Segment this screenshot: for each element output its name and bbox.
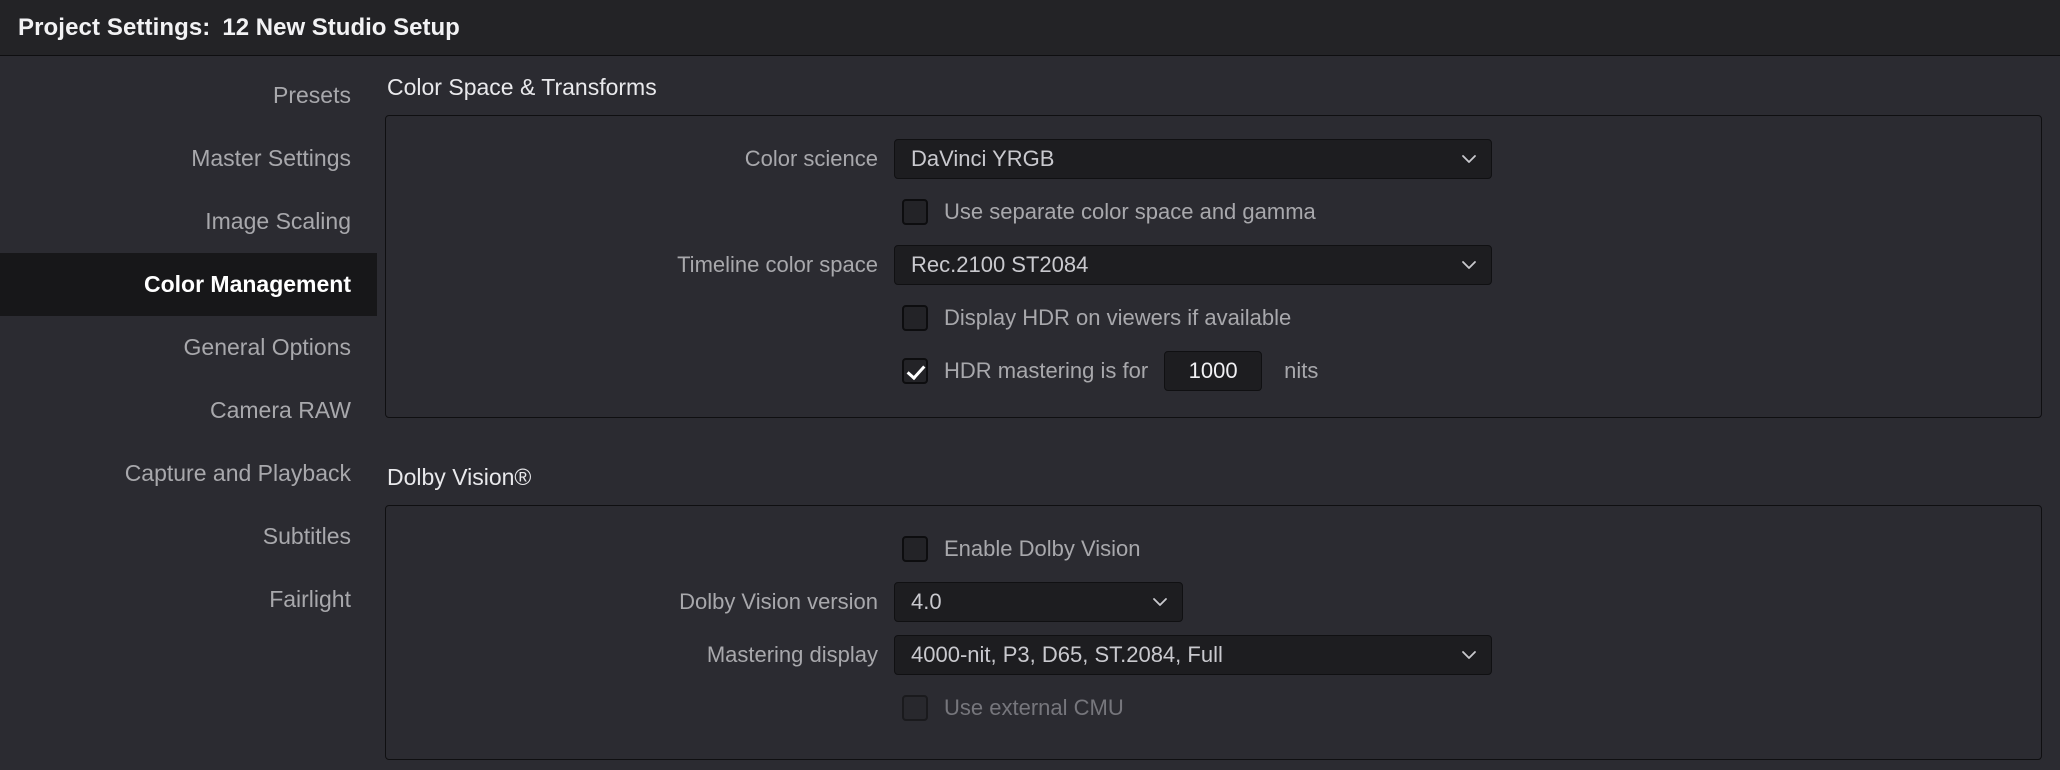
- enable-dolby-vision-checkbox-wrap: [894, 535, 938, 562]
- sidebar-item-general-options[interactable]: General Options: [0, 316, 377, 379]
- timeline-color-space-label: Timeline color space: [677, 251, 878, 277]
- row-dolby-vision-version: Dolby Vision version 4.0: [386, 575, 2041, 628]
- hdr-mastering-nits-input[interactable]: 1000: [1164, 350, 1263, 391]
- section-title-color-space-transforms: Color Space & Transforms: [387, 74, 657, 100]
- mastering-display-dropdown[interactable]: 4000-nit, P3, D65, ST.2084, Full: [894, 634, 1492, 675]
- hdr-mastering-checkbox-wrap: [894, 357, 938, 384]
- use-separate-color-space-checkbox[interactable]: [902, 198, 928, 225]
- project-settings-window: Project Settings: 12 New Studio Setup Pr…: [0, 0, 2060, 770]
- window-titlebar: Project Settings: 12 New Studio Setup: [0, 0, 2060, 56]
- row-display-hdr-on-viewers: Display HDR on viewers if available: [386, 291, 2041, 344]
- enable-dolby-vision-checkbox[interactable]: [902, 535, 928, 562]
- sidebar-item-label: Fairlight: [269, 586, 351, 612]
- sidebar-item-subtitles[interactable]: Subtitles: [0, 505, 377, 568]
- hdr-mastering-nits-unit: nits: [1284, 357, 1319, 383]
- row-enable-dolby-vision: Enable Dolby Vision: [386, 522, 2041, 575]
- row-timeline-color-space: Timeline color space Rec.2100 ST2084: [386, 238, 2041, 291]
- sidebar-item-fairlight[interactable]: Fairlight: [0, 568, 377, 631]
- row-use-separate-color-space: Use separate color space and gamma: [386, 185, 2041, 238]
- use-external-cmu-checkbox: [902, 694, 928, 721]
- sidebar-item-label: Presets: [273, 82, 351, 108]
- settings-content: Color Space & Transforms Color science D…: [377, 56, 2060, 770]
- mastering-display-value: 4000-nit, P3, D65, ST.2084, Full: [911, 641, 1223, 667]
- dolby-vision-version-label: Dolby Vision version: [679, 588, 878, 614]
- section-title-dolby-vision: Dolby Vision®: [387, 464, 532, 490]
- display-hdr-label[interactable]: Display HDR on viewers if available: [944, 305, 1291, 331]
- color-science-value: DaVinci YRGB: [911, 145, 1055, 171]
- timeline-color-space-value: Rec.2100 ST2084: [911, 251, 1089, 277]
- settings-sidebar: Presets Master Settings Image Scaling Co…: [0, 56, 377, 770]
- sidebar-item-label: Master Settings: [191, 145, 351, 171]
- sidebar-item-master-settings[interactable]: Master Settings: [0, 127, 377, 190]
- use-external-cmu-label: Use external CMU: [944, 694, 1124, 720]
- use-external-cmu-checkbox-wrap: [894, 694, 938, 721]
- display-hdr-checkbox[interactable]: [902, 304, 928, 331]
- hdr-mastering-checkbox[interactable]: [902, 357, 928, 384]
- sidebar-item-label: Capture and Playback: [124, 460, 351, 486]
- window-body: Presets Master Settings Image Scaling Co…: [0, 56, 2060, 770]
- sidebar-item-camera-raw[interactable]: Camera RAW: [0, 379, 377, 442]
- project-name: 12 New Studio Setup: [222, 13, 460, 41]
- window-title-prefix: Project Settings:: [18, 13, 211, 41]
- sidebar-item-capture-and-playback[interactable]: Capture and Playback: [0, 442, 377, 505]
- panel-dolby-vision: Enable Dolby Vision Dolby Vision version…: [385, 505, 2042, 760]
- dolby-vision-version-value: 4.0: [911, 588, 942, 614]
- sidebar-item-image-scaling[interactable]: Image Scaling: [0, 190, 377, 253]
- dolby-vision-version-dropdown[interactable]: 4.0: [894, 581, 1183, 622]
- hdr-mastering-label[interactable]: HDR mastering is for: [944, 358, 1148, 384]
- sidebar-item-label: General Options: [183, 334, 351, 360]
- panel-color-space-transforms: Color science DaVinci YRGB Use separate …: [385, 115, 2042, 418]
- display-hdr-checkbox-wrap: [894, 304, 938, 331]
- sidebar-item-color-management[interactable]: Color Management: [0, 253, 377, 316]
- row-use-external-cmu: Use external CMU: [386, 681, 2041, 734]
- use-separate-color-space-checkbox-wrap: [894, 198, 938, 225]
- sidebar-item-label: Subtitles: [262, 523, 351, 549]
- row-mastering-display: Mastering display 4000-nit, P3, D65, ST.…: [386, 628, 2041, 681]
- mastering-display-label: Mastering display: [706, 641, 878, 667]
- sidebar-item-label: Color Management: [143, 271, 351, 297]
- sidebar-item-presets[interactable]: Presets: [0, 64, 377, 127]
- sidebar-item-label: Camera RAW: [210, 397, 351, 423]
- color-science-label: Color science: [744, 145, 878, 171]
- chevron-down-icon: [1459, 255, 1479, 275]
- timeline-color-space-dropdown[interactable]: Rec.2100 ST2084: [894, 244, 1492, 285]
- chevron-down-icon: [1459, 149, 1479, 169]
- row-color-science: Color science DaVinci YRGB: [386, 132, 2041, 185]
- row-hdr-mastering: HDR mastering is for 1000 nits: [386, 344, 2041, 397]
- chevron-down-icon: [1150, 592, 1170, 612]
- enable-dolby-vision-label[interactable]: Enable Dolby Vision: [944, 536, 1141, 562]
- chevron-down-icon: [1459, 645, 1479, 665]
- color-science-dropdown[interactable]: DaVinci YRGB: [894, 138, 1492, 179]
- use-separate-color-space-label[interactable]: Use separate color space and gamma: [944, 199, 1316, 225]
- sidebar-item-label: Image Scaling: [205, 208, 351, 234]
